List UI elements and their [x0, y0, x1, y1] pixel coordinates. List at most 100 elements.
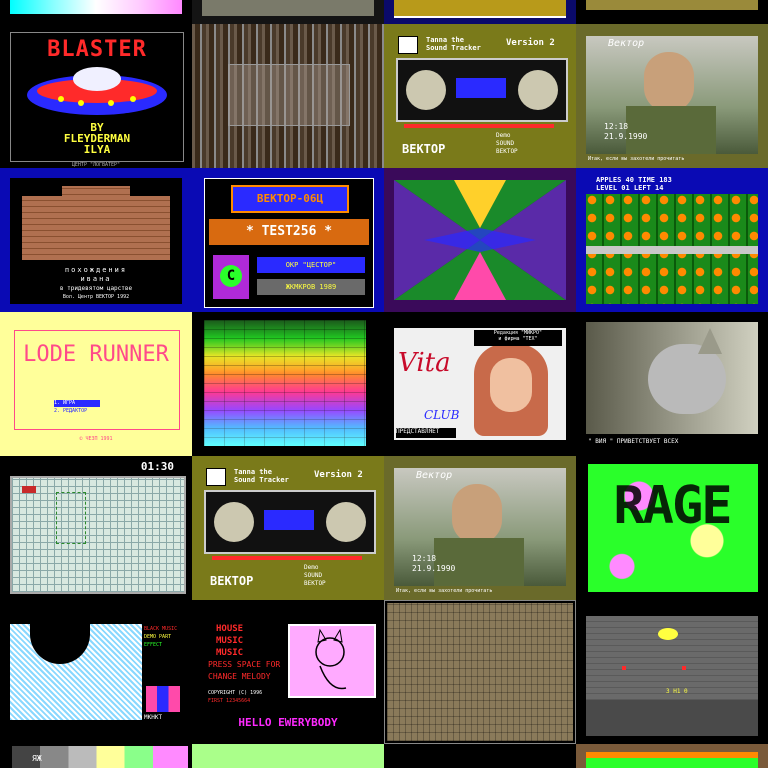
vektor-photo2-time: 12:18 [412, 554, 437, 563]
gallery-tile-board-photo-2[interactable] [384, 600, 576, 744]
hello-line6: COPYRIGHT (C) 1996 [208, 690, 263, 696]
tracker2-footer2: SOUND [304, 572, 323, 579]
hello-line5: CHANGE MELODY [208, 672, 271, 681]
gallery-tile-vektor-photo-1[interactable]: Вектор 12:18 21.9.1990 Итак, если вы зах… [576, 24, 768, 168]
board-photo-texture [387, 603, 573, 741]
rage-title: RAGE [613, 476, 732, 536]
castle-wall [22, 186, 170, 260]
hello-line4: PRESS SPACE FOR [208, 660, 281, 669]
tracker-footer2: SOUND [496, 140, 515, 147]
vita-header-line2: и фирма "ТЕХ" [498, 336, 538, 342]
gallery-tile-castle[interactable]: похождения ивана в тридевятом царстве Во… [0, 168, 192, 312]
hello-line7: FIRST 12345664 [208, 698, 251, 704]
gallery-tile-blaster[interactable]: BLASTER BY FLEYDERMAN ILYA ЦЕНТР "ЛОГВАТ… [0, 24, 192, 168]
lode-runner-menu-play[interactable]: 1. ИГРА [54, 400, 100, 407]
portrait-mark: MKHKT [144, 714, 163, 721]
tracker2-stripe [212, 556, 362, 560]
apples-hud-line2: LEVEL 01 LEFT 14 [596, 184, 664, 192]
tracker-version: Version 2 [506, 38, 555, 48]
castle-gap-left [22, 186, 62, 196]
vektor-photo2-date: 21.9.1990 [412, 564, 456, 573]
gallery-tile-minesweeper[interactable]: 01:30 [0, 456, 192, 600]
vektor-photo2-caption: Итак, если вы захотели прочитать [396, 588, 493, 594]
gallery-tile-sound-tracker-2[interactable]: Tanna the Sound Tracker Version 2 ВЕКТОР… [192, 456, 384, 600]
cat-icon [315, 628, 347, 690]
kitten-photo [586, 322, 758, 434]
minesweeper-board[interactable] [10, 476, 186, 594]
geometric-pattern-art [384, 168, 576, 312]
gallery-tile-lode-runner[interactable]: LODE RUNNER 1. ИГРА 2. РЕДАКТОР © ЧЕЗП 1… [0, 312, 192, 456]
portrait-line3: EFFECT [144, 642, 163, 648]
gallery-tile-geometric-pattern[interactable] [384, 168, 576, 312]
portrait-face [490, 358, 532, 412]
gallery-tile-partial-green[interactable] [192, 744, 384, 768]
bullet [622, 666, 626, 670]
kitten-ear-icon [698, 328, 722, 354]
tracker-logo-icon [398, 36, 418, 54]
tracker-stripe [404, 124, 554, 128]
vektor-logo-panel: C [213, 255, 249, 299]
tracker2-brand: ВЕКТОР [210, 574, 254, 588]
portrait-line2: DEMO PART [144, 634, 172, 640]
gallery-tile-partial-logo[interactable] [576, 744, 768, 768]
gallery-tile-partial-text[interactable] [192, 0, 384, 24]
lode-runner-menu-editor[interactable]: 2. РЕДАКТОР [54, 408, 87, 414]
gallery-tile-partial-bars[interactable]: ЯЖ [0, 744, 192, 768]
shooter-hud: 3 H1 0 [666, 688, 688, 695]
tracker2-logo-icon [206, 468, 226, 486]
tracker2-footer1: Demo [304, 564, 319, 571]
revealed-area [56, 492, 86, 544]
castle-line4: Вол. Центр ВЕКТОР 1992 [62, 294, 130, 300]
cassette-icon [456, 78, 506, 98]
tracker2-version: Version 2 [314, 470, 363, 480]
gallery-tile-vektor-photo-2[interactable]: Вектор 12:18 21.9.1990 Итак, если вы зах… [384, 456, 576, 600]
logo-strip [586, 752, 758, 768]
image-gallery-grid: BLASTER BY FLEYDERMAN ILYA ЦЕНТР "ЛОГВАТ… [0, 0, 768, 768]
gallery-tile-partial-caption[interactable] [576, 0, 768, 24]
board-chip [228, 64, 350, 126]
palette-strip [10, 0, 182, 14]
gallery-tile-board-photo-1[interactable] [192, 24, 384, 168]
cassette2-icon [264, 510, 314, 530]
portrait-line1: BLACK MUSIC [144, 626, 178, 632]
gallery-tile-color-palette[interactable] [192, 312, 384, 456]
vektor-photo-date: 21.9.1990 [604, 132, 648, 141]
gallery-tile-space-shooter[interactable]: 3 H1 0 [576, 600, 768, 744]
caption-strip [586, 0, 758, 10]
vektor-photo-caption: Итак, если вы захотели прочитать [588, 156, 685, 162]
bullet [682, 666, 686, 670]
lode-runner-title: LODE RUNNER [23, 342, 169, 367]
gallery-tile-portrait-demo[interactable]: BLACK MUSIC DEMO PART EFFECT MKHKT [0, 600, 192, 744]
gallery-tile-partial-title[interactable] [384, 0, 576, 24]
portrait-hair-shape [30, 624, 90, 664]
minesweeper-timer: 01:30 [140, 460, 174, 473]
tracker-footer3: ВЕКТОР [496, 148, 518, 155]
hello-line2: MUSIC [216, 636, 244, 646]
vektor-photo-time: 12:18 [604, 122, 629, 131]
portrait-color-bars [146, 686, 180, 712]
gallery-tile-sound-tracker-1[interactable]: Tanna the Sound Tracker Version 2 ВЕКТОР… [384, 24, 576, 168]
enemy-ship-icon [658, 628, 678, 640]
uniform2-shape [434, 538, 524, 586]
speaker-left-icon [406, 70, 446, 110]
tracker-footer1: Demo [496, 132, 511, 139]
gallery-tile-apples-game[interactable]: APPLES 40 TIME 183 LEVEL 01 LEFT 14 [576, 168, 768, 312]
gallery-tile-rage[interactable]: RAGE [576, 456, 768, 600]
kitten-caption: " ВИЯ " ПРИВЕТСТВУЕТ ВСЕХ [588, 438, 679, 445]
vita-header: Редакция "МИКРО" и фирма "ТЕХ" [474, 330, 562, 346]
tracker-brand: ВЕКТОР [402, 142, 446, 156]
castle-gap-right [130, 186, 170, 196]
gallery-tile-vita-club[interactable]: Редакция "МИКРО" и фирма "ТЕХ" Vita CLUB… [384, 312, 576, 456]
blaster-title: BLASTER [47, 37, 147, 62]
gallery-tile-hello-everybody[interactable]: HOUSE MUSIC MUSIC PRESS SPACE FOR CHANGE… [192, 600, 384, 744]
vektor-test-badge2: ЖКМКРОВ 1989 [257, 279, 365, 295]
uniform-shape [626, 106, 716, 154]
lode-runner-footer: © ЧЕЗП 1991 [79, 436, 113, 442]
gallery-tile-kitten[interactable]: " ВИЯ " ПРИВЕТСТВУЕТ ВСЕХ [576, 312, 768, 456]
tracker-title-line1: Tanna the [426, 36, 464, 44]
hello-footer: HELLO EWERYBODY [238, 716, 338, 729]
vektor-logo-icon: C [220, 265, 242, 287]
gallery-tile-partial-palette[interactable] [0, 0, 192, 24]
gallery-tile-partial-black[interactable] [384, 744, 576, 768]
gallery-tile-vektor-test[interactable]: ВЕКТОР-06Ц * TEST256 * C ОКР "ЦЕСТОР" ЖК… [192, 168, 384, 312]
